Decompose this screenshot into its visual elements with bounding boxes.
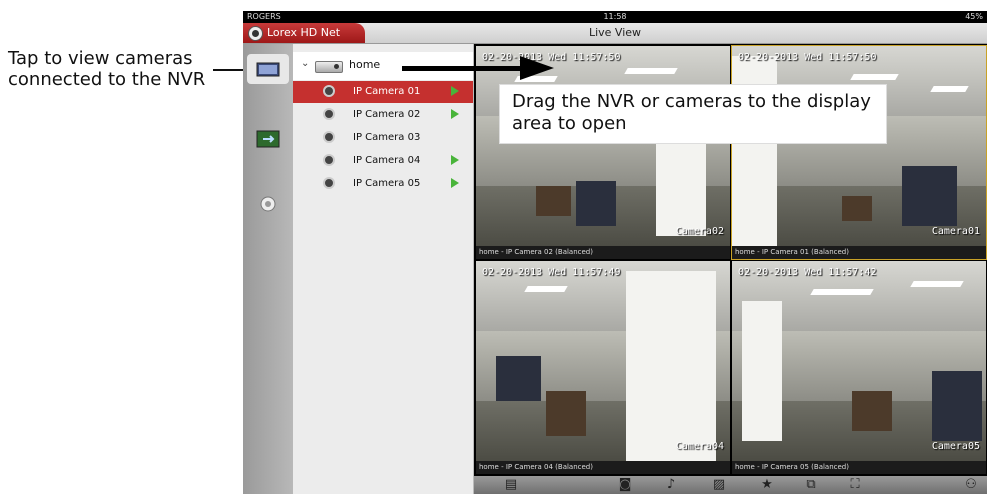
battery-level: 45% bbox=[965, 12, 983, 21]
nvr-icon bbox=[315, 61, 343, 73]
video-feed bbox=[476, 46, 730, 246]
tree-camera-02[interactable]: IP Camera 02 bbox=[293, 104, 473, 126]
camera-icon bbox=[323, 154, 335, 166]
device-tree-panel: ⌄ home IP Camera 01 IP Camera 02 IP Came… bbox=[293, 44, 474, 494]
video-timestamp: 02-20-2013 Wed 11:57:49 bbox=[482, 267, 621, 278]
playback-icon bbox=[256, 130, 280, 148]
callout-drag-to-display: Drag the NVR or cameras to the display a… bbox=[499, 84, 887, 144]
video-feed bbox=[732, 46, 986, 246]
tile-caption: home - IP Camera 04 (Balanced) bbox=[476, 461, 730, 474]
record-icon[interactable]: ▨ bbox=[710, 477, 728, 493]
video-tile-camera04[interactable]: 02-20-2013 Wed 11:57:49 Camera04 home - … bbox=[476, 261, 730, 474]
device-list-icon bbox=[256, 62, 280, 77]
favorite-star-icon[interactable]: ★ bbox=[758, 477, 776, 493]
camera-icon bbox=[323, 85, 335, 97]
callout-tap-to-view-cameras: Tap to view cameras connected to the NVR bbox=[8, 48, 206, 90]
video-camera-name: Camera05 bbox=[931, 441, 980, 452]
camera-label: IP Camera 02 bbox=[353, 109, 421, 120]
camera-label: IP Camera 03 bbox=[353, 132, 421, 143]
video-camera-name: Camera01 bbox=[931, 226, 980, 237]
sidebar-item-playback[interactable] bbox=[251, 124, 285, 154]
video-timestamp: 02-20-2013 Wed 11:57:50 bbox=[738, 52, 877, 63]
sidebar bbox=[243, 44, 293, 494]
fullscreen-icon[interactable]: ⛶ bbox=[846, 477, 864, 493]
live-view-toolbar: ▤ ◙ ♪ ▨ ★ ⧉ ⛶ ⚇ bbox=[474, 476, 987, 494]
video-tile-camera05[interactable]: 02-20-2013 Wed 11:57:42 Camera05 home - … bbox=[732, 261, 986, 474]
camera-label: IP Camera 04 bbox=[353, 155, 421, 166]
video-camera-name: Camera02 bbox=[675, 226, 724, 237]
title-bar: Lorex HD Net Live View bbox=[243, 23, 987, 44]
status-bar: ROGERS 11:58 45% bbox=[243, 11, 987, 23]
settings-icon bbox=[260, 196, 276, 212]
microphone-icon[interactable]: ♪ bbox=[662, 477, 680, 493]
sidebar-item-settings[interactable] bbox=[251, 189, 285, 219]
chevron-down-icon[interactable]: ⌄ bbox=[301, 58, 309, 69]
tree-camera-01[interactable]: IP Camera 01 bbox=[293, 81, 473, 103]
camera-label: IP Camera 05 bbox=[353, 178, 421, 189]
status-time: 11:58 bbox=[603, 12, 627, 21]
sidebar-item-device-list[interactable] bbox=[247, 54, 289, 84]
remote-view-icon[interactable]: ⧉ bbox=[802, 477, 820, 493]
play-icon[interactable] bbox=[451, 178, 459, 188]
tile-caption: home - IP Camera 02 (Balanced) bbox=[476, 246, 730, 259]
callout-drag-text: Drag the NVR or cameras to the display a… bbox=[512, 91, 871, 134]
tree-camera-04[interactable]: IP Camera 04 bbox=[293, 150, 473, 172]
callout-leader-line bbox=[213, 69, 245, 71]
video-timestamp: 02-20-2013 Wed 11:57:42 bbox=[738, 267, 877, 278]
video-camera-name: Camera04 bbox=[675, 441, 724, 452]
drag-arrow-head bbox=[520, 56, 554, 80]
video-feed bbox=[732, 261, 986, 461]
camera-icon bbox=[323, 177, 335, 189]
play-icon[interactable] bbox=[451, 155, 459, 165]
camera-icon bbox=[323, 108, 335, 120]
camera-icon bbox=[323, 131, 335, 143]
tile-caption: home - IP Camera 05 (Balanced) bbox=[732, 461, 986, 474]
tree-camera-03[interactable]: IP Camera 03 bbox=[293, 127, 473, 149]
video-tile-camera02[interactable]: 02-20-2013 Wed 11:57:50 Camera02 home - … bbox=[476, 46, 730, 259]
tile-caption: home - IP Camera 01 (Balanced) bbox=[732, 246, 986, 259]
play-icon[interactable] bbox=[451, 109, 459, 119]
camera-label: IP Camera 01 bbox=[353, 86, 421, 97]
video-feed bbox=[476, 261, 730, 461]
layout-icon[interactable]: ▤ bbox=[502, 477, 520, 493]
video-tile-camera01[interactable]: 02-20-2013 Wed 11:57:50 Camera01 home - … bbox=[731, 45, 987, 260]
tree-camera-05[interactable]: IP Camera 05 bbox=[293, 173, 473, 195]
ptz-icon[interactable]: ⚇ bbox=[962, 477, 980, 493]
tree-node-label: home bbox=[349, 58, 381, 71]
drag-arrow-shaft bbox=[402, 66, 522, 71]
snapshot-icon[interactable]: ◙ bbox=[616, 477, 634, 493]
play-icon[interactable] bbox=[451, 86, 459, 96]
page-title: Live View bbox=[588, 26, 642, 39]
